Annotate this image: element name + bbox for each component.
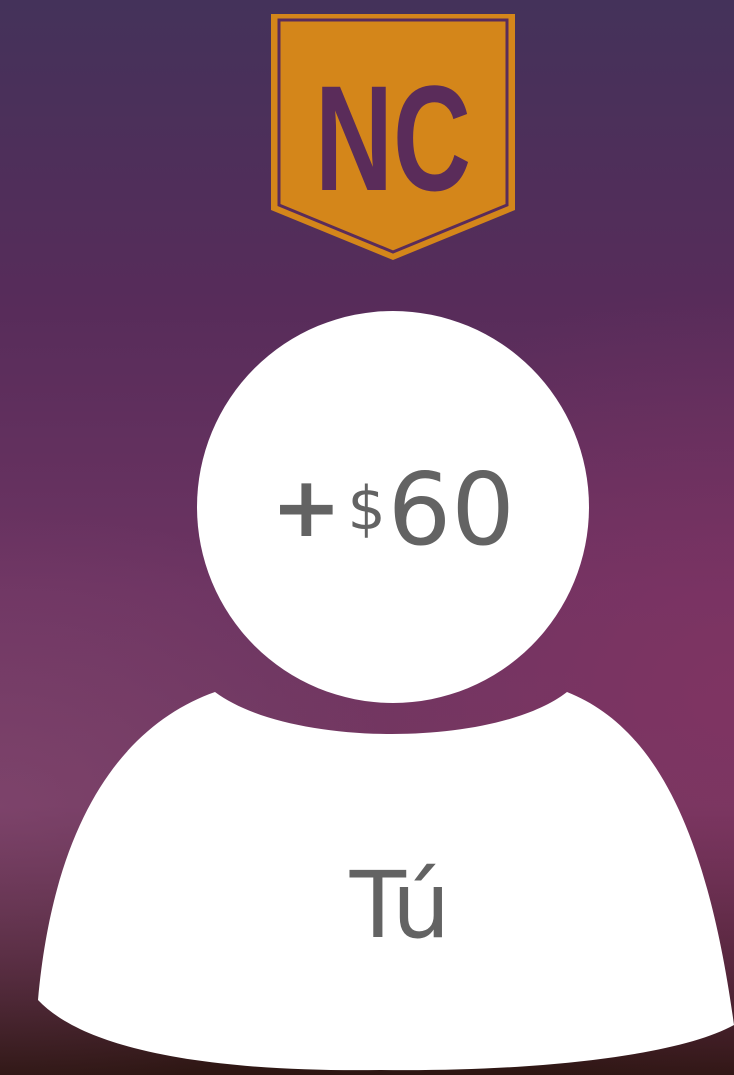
earnings-amount: + $ 60: [197, 434, 589, 584]
currency-symbol: $: [347, 474, 386, 544]
player-label: Tú: [349, 852, 451, 959]
amount-value: 60: [387, 450, 515, 568]
amount-sign: +: [271, 458, 342, 556]
